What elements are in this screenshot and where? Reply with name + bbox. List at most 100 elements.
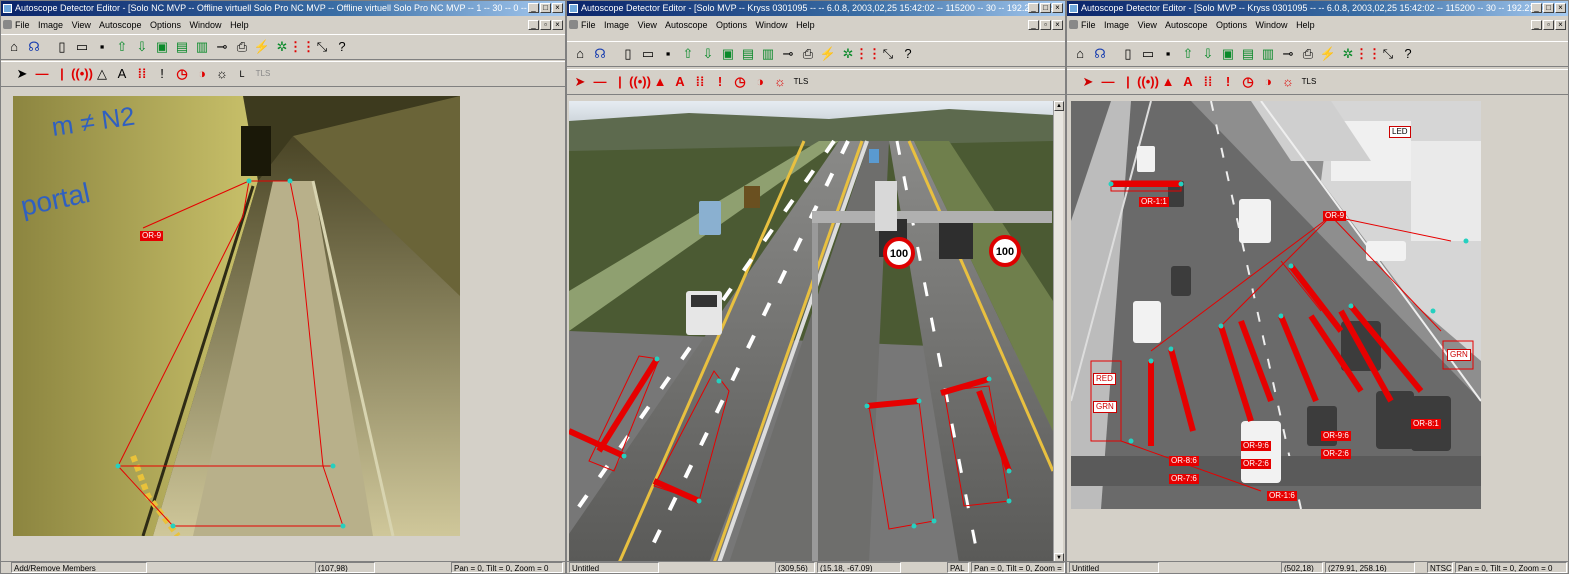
new-icon[interactable]: ▯ — [1119, 45, 1137, 63]
view2-icon[interactable]: ▤ — [173, 38, 191, 56]
clock-icon[interactable]: ◷ — [731, 73, 749, 91]
view1-icon[interactable]: ▣ — [1219, 45, 1237, 63]
connect-icon[interactable]: ⊸ — [1279, 45, 1297, 63]
new-icon[interactable]: ▯ — [619, 45, 637, 63]
bar-icon[interactable]: | — [1119, 73, 1137, 91]
new-icon[interactable]: ▯ — [53, 38, 71, 56]
maximize-button[interactable]: □ — [1543, 3, 1554, 13]
pointer-icon[interactable]: ➤ — [1079, 73, 1097, 91]
grid-icon[interactable]: ⋮⋮ — [289, 38, 315, 56]
menu-view[interactable]: View — [1138, 20, 1157, 30]
download-icon[interactable]: ⇩ — [1199, 45, 1217, 63]
video-view-tunnel[interactable]: portal m ≠ N2 OR-9 — [13, 96, 460, 536]
detector-icon[interactable]: ⚡ — [1319, 45, 1337, 63]
triangle-icon[interactable]: ▲ — [1159, 73, 1177, 91]
menu-window[interactable]: Window — [756, 20, 788, 30]
help-icon[interactable]: ? — [899, 45, 917, 63]
doc-minimize-button[interactable]: _ — [1531, 20, 1542, 30]
detector-label[interactable]: OR-1:6 — [1267, 491, 1297, 501]
menu-autoscope[interactable]: Autoscope — [99, 20, 142, 30]
doc-minimize-button[interactable]: _ — [528, 20, 539, 30]
tls-icon[interactable]: TLS — [1299, 73, 1319, 91]
detector-label[interactable]: OR-2:6 — [1241, 459, 1271, 469]
title-bar[interactable]: Autoscope Detector Editor - [Solo MVP --… — [1067, 1, 1568, 16]
menu-file[interactable]: File — [1081, 20, 1096, 30]
radio-icon[interactable]: ((•)) — [71, 65, 93, 83]
menu-window[interactable]: Window — [1256, 20, 1288, 30]
triangle-icon[interactable]: △ — [93, 65, 111, 83]
detector-label[interactable]: OR-1:1 — [1139, 197, 1169, 207]
detector-label[interactable]: OR-9:6 — [1321, 431, 1351, 441]
menu-image[interactable]: Image — [1104, 20, 1129, 30]
sun-icon[interactable]: ☼ — [771, 73, 789, 91]
bar-icon[interactable]: | — [53, 65, 71, 83]
maximize-button[interactable]: □ — [540, 3, 551, 13]
text-icon[interactable]: A — [671, 73, 689, 91]
print-icon[interactable]: ⎙ — [1299, 45, 1317, 63]
menu-options[interactable]: Options — [150, 20, 181, 30]
title-bar[interactable]: Autoscope Detector Editor - [Solo NC MVP… — [1, 1, 565, 16]
view3-icon[interactable]: ▥ — [193, 38, 211, 56]
menu-options[interactable]: Options — [716, 20, 747, 30]
doc-restore-button[interactable]: ▫ — [540, 20, 551, 30]
doc-minimize-button[interactable]: _ — [1028, 20, 1039, 30]
contrast-icon[interactable]: ◑ — [751, 73, 769, 91]
menu-image[interactable]: Image — [604, 20, 629, 30]
open-icon[interactable]: ▭ — [1139, 45, 1157, 63]
tls-icon[interactable]: TLS — [253, 65, 273, 83]
menu-options[interactable]: Options — [1216, 20, 1247, 30]
view2-icon[interactable]: ▤ — [739, 45, 757, 63]
minimize-button[interactable]: _ — [528, 3, 539, 13]
menu-file[interactable]: File — [581, 20, 596, 30]
doc-restore-button[interactable]: ▫ — [1543, 20, 1554, 30]
zoom-icon[interactable]: ⤡ — [879, 45, 897, 63]
download-icon[interactable]: ⇩ — [699, 45, 717, 63]
detector-label[interactable]: OR-9 — [1323, 211, 1347, 221]
text-icon[interactable]: A — [113, 65, 131, 83]
save-icon[interactable]: ▪ — [93, 38, 111, 56]
upload-icon[interactable]: ⇧ — [1179, 45, 1197, 63]
doc-close-button[interactable]: × — [552, 20, 563, 30]
detector-label[interactable]: LED — [1389, 126, 1411, 138]
detector-label[interactable]: OR-9:6 — [1241, 441, 1271, 451]
upload-icon[interactable]: ⇧ — [679, 45, 697, 63]
line-icon[interactable]: — — [1099, 73, 1117, 91]
clock-icon[interactable]: ◷ — [1239, 73, 1257, 91]
vertical-scrollbar[interactable]: ▲ ▼ — [1053, 101, 1064, 563]
menu-help[interactable]: Help — [1296, 20, 1315, 30]
contrast-icon[interactable]: ◑ — [193, 65, 211, 83]
camera-icon[interactable]: ☊ — [591, 45, 609, 63]
download-icon[interactable]: ⇩ — [133, 38, 151, 56]
sun-icon[interactable]: ☼ — [1279, 73, 1297, 91]
clock-icon[interactable]: ◷ — [173, 65, 191, 83]
view2-icon[interactable]: ▤ — [1239, 45, 1257, 63]
detector-label[interactable]: OR-9 — [140, 231, 164, 241]
detector-label[interactable]: OR-8:6 — [1169, 456, 1199, 466]
count-icon[interactable]: ⁞⁞ — [691, 73, 709, 91]
detector-label[interactable]: OR-7:6 — [1169, 474, 1199, 484]
l-icon[interactable]: L — [233, 65, 251, 83]
menu-file[interactable]: File — [15, 20, 30, 30]
video-view-intersection[interactable]: OR-1:1 OR-9 LED RED GRN GRN OR-8:1 OR-9:… — [1071, 101, 1481, 509]
home-icon[interactable]: ⌂ — [1071, 45, 1089, 63]
radio-icon[interactable]: ((•)) — [1137, 73, 1159, 91]
grid-icon[interactable]: ⋮⋮ — [855, 45, 881, 63]
detector-label[interactable]: GRN — [1093, 401, 1117, 413]
zoom-icon[interactable]: ⤡ — [1379, 45, 1397, 63]
close-button[interactable]: × — [1052, 3, 1063, 13]
sun-icon[interactable]: ☼ — [213, 65, 231, 83]
view1-icon[interactable]: ▣ — [153, 38, 171, 56]
print-icon[interactable]: ⎙ — [799, 45, 817, 63]
camera-icon[interactable]: ☊ — [25, 38, 43, 56]
open-icon[interactable]: ▭ — [639, 45, 657, 63]
pointer-icon[interactable]: ➤ — [13, 65, 31, 83]
menu-view[interactable]: View — [72, 20, 91, 30]
home-icon[interactable]: ⌂ — [5, 38, 23, 56]
pointer-icon[interactable]: ➤ — [571, 73, 589, 91]
view3-icon[interactable]: ▥ — [759, 45, 777, 63]
menu-help[interactable]: Help — [230, 20, 249, 30]
menu-image[interactable]: Image — [38, 20, 63, 30]
connect-icon[interactable]: ⊸ — [779, 45, 797, 63]
detector-label[interactable]: RED — [1093, 373, 1116, 385]
count-icon[interactable]: ⁞⁞ — [1199, 73, 1217, 91]
